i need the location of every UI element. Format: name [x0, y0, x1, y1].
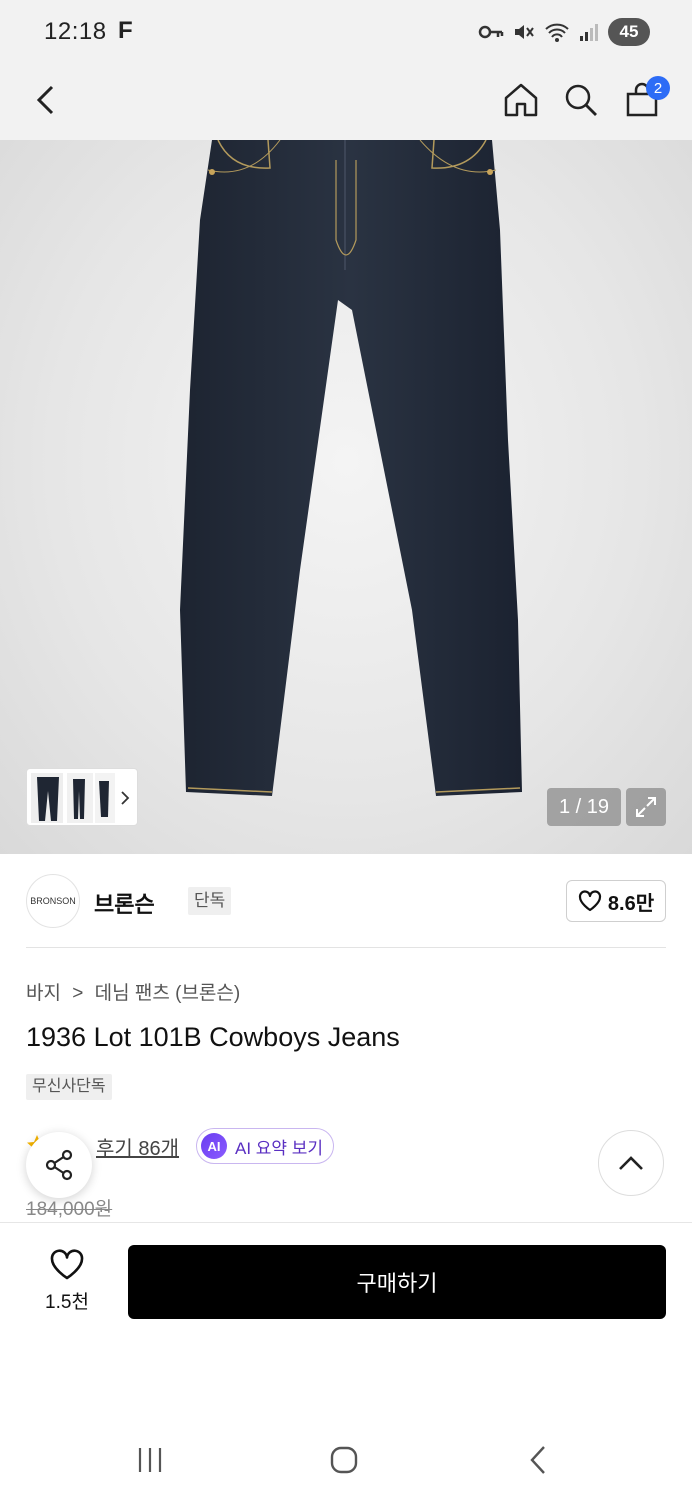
divider [26, 947, 666, 948]
status-time: 12:18 [44, 18, 107, 45]
thumbnail-strip[interactable] [26, 768, 138, 826]
brand-logo[interactable]: BRONSON [26, 874, 80, 928]
back-nav-icon [530, 1446, 545, 1474]
status-icons: 45 [478, 18, 650, 46]
thumbnail-images [31, 773, 130, 823]
ai-summary-label: AI 요약 보기 [235, 1138, 324, 1158]
breadcrumb-subcategory[interactable]: 데님 팬츠 (브론슨) [95, 983, 241, 1004]
rating-row: 후기 86개 AI AI 요약 보기 [26, 1128, 666, 1164]
back-icon [36, 85, 54, 115]
wishlist-button[interactable]: 1.5천 [36, 1249, 98, 1314]
home-icon [504, 83, 538, 117]
search-icon [565, 84, 597, 116]
expand-button[interactable] [626, 788, 666, 826]
brand-exclusive-tag: 단독 [188, 887, 232, 915]
bottom-action-bar: 1.5천 구매하기 [0, 1222, 692, 1342]
search-button[interactable] [553, 72, 609, 128]
image-counter: 1 / 19 [547, 788, 621, 826]
review-link[interactable]: 후기 86개 [96, 1132, 179, 1161]
wishlist-count: 1.5천 [45, 1292, 89, 1313]
chevron-up-icon [619, 1156, 643, 1170]
carrier-glyph: F [118, 17, 133, 44]
scroll-top-button[interactable] [598, 1130, 664, 1196]
original-price: 184,000원 [26, 1199, 113, 1220]
back-button[interactable] [18, 72, 74, 128]
key-icon [478, 25, 504, 39]
recents-button[interactable] [120, 1440, 180, 1480]
product-tag: 무신사단독 [26, 1074, 112, 1100]
home-nav-icon [330, 1446, 358, 1474]
app-bar: 2 [0, 64, 692, 208]
breadcrumb-category[interactable]: 바지 [26, 983, 61, 1004]
brand-name[interactable]: 브론슨 [94, 887, 155, 919]
expand-icon [636, 797, 656, 817]
ai-icon: AI [201, 1133, 227, 1159]
product-image[interactable] [0, 140, 692, 854]
brand-like-count: 8.6만 [607, 892, 655, 915]
share-button[interactable] [26, 1132, 92, 1198]
recents-icon [138, 1448, 162, 1472]
back-nav-button[interactable] [508, 1440, 568, 1480]
jeans-image [180, 140, 522, 796]
wifi-icon [545, 23, 569, 42]
breadcrumb-chevron-icon: > [72, 983, 84, 1004]
breadcrumb: 바지 > 데님 팬츠 (브론슨) [26, 978, 240, 1005]
cart-count-badge: 2 [646, 76, 670, 100]
cart-button[interactable]: 2 [614, 72, 670, 128]
system-nav-bar [0, 1420, 692, 1500]
heart-icon [50, 1249, 84, 1280]
product-title: 1936 Lot 101B Cowboys Jeans [26, 1022, 400, 1052]
brand-like-button[interactable]: 8.6만 [566, 880, 666, 922]
share-icon [45, 1149, 73, 1181]
buy-button[interactable]: 구매하기 [128, 1245, 666, 1319]
heart-icon [578, 890, 601, 912]
home-button[interactable] [493, 72, 549, 128]
status-bar: 12:18 F 45 [0, 0, 692, 64]
home-nav-button[interactable] [314, 1440, 374, 1480]
signal-icon [580, 24, 598, 41]
mute-icon [515, 25, 534, 39]
ai-summary-button[interactable]: AI AI 요약 보기 [196, 1128, 335, 1164]
brand-row: BRONSON 브론슨 단독 8.6만 [26, 874, 666, 928]
battery-indicator: 45 [608, 18, 650, 46]
